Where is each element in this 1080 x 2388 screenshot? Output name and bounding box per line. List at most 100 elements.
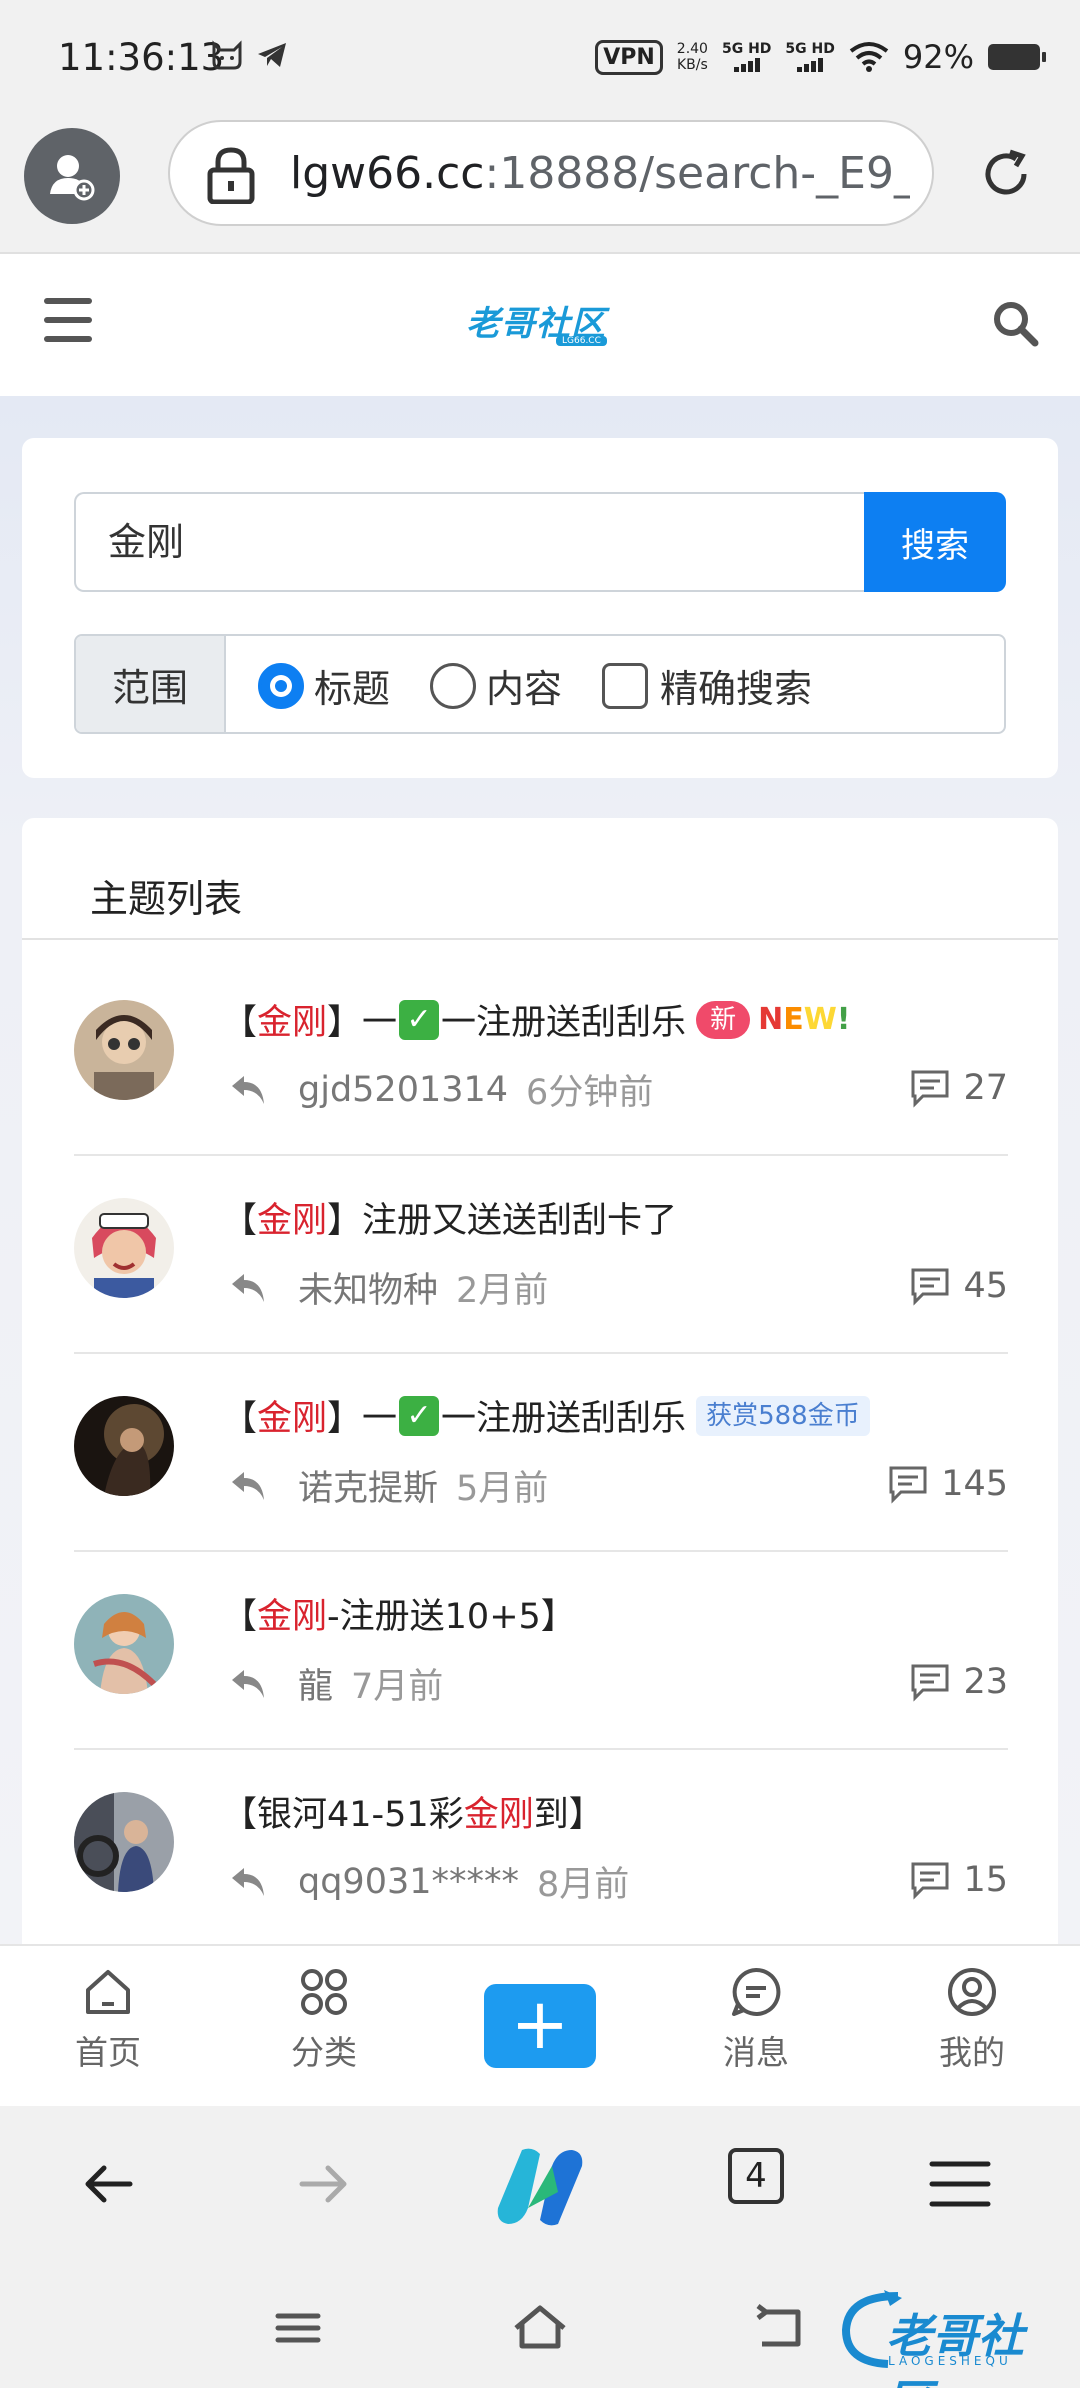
topic-meta: qq9031***** 8月前 bbox=[222, 1856, 629, 1907]
reply-count: 45 bbox=[909, 1266, 1008, 1306]
topic-title[interactable]: 【金刚 】注册又送送刮刮卡了 bbox=[222, 1192, 677, 1243]
site-logo[interactable]: 老哥社区 LG66.CC bbox=[466, 296, 626, 348]
chat-icon bbox=[732, 1967, 781, 2016]
reload-icon[interactable] bbox=[976, 144, 1036, 204]
avatar[interactable] bbox=[74, 1198, 174, 1298]
url-field[interactable]: lgw66.cc:18888/search-_E9_8 bbox=[168, 120, 934, 226]
reply-icon bbox=[232, 1075, 264, 1104]
telegram-notification-icon bbox=[256, 40, 288, 78]
signal-bars-icon bbox=[797, 56, 824, 72]
avatar[interactable] bbox=[74, 1396, 174, 1496]
wifi-icon bbox=[849, 42, 889, 72]
divider bbox=[22, 938, 1058, 940]
post-time: 6分钟前 bbox=[526, 1073, 654, 1113]
user-circle-icon bbox=[948, 1968, 996, 2016]
new-text-badge: NEW! bbox=[758, 1002, 851, 1037]
tab-category[interactable]: 分类 bbox=[254, 1966, 394, 2074]
reply-count: 145 bbox=[887, 1464, 1008, 1504]
search-card: 金刚 搜索 范围 标题 内容 精确搜索 bbox=[22, 438, 1058, 778]
topic-title[interactable]: 【金刚 】一 ✓ 一注册送刮刮乐 获赏588金币 bbox=[222, 1390, 870, 1441]
topic-row[interactable]: 【金刚 -注册送10+5】 龍 7月前 23 bbox=[74, 1552, 1008, 1750]
search-icon[interactable] bbox=[990, 298, 1040, 348]
home-icon bbox=[86, 1970, 130, 2014]
topic-title[interactable]: 【金刚 -注册送10+5】 bbox=[222, 1588, 576, 1639]
topic-meta: gjd5201314 6分钟前 bbox=[222, 1064, 653, 1115]
author[interactable]: 诺克提斯 bbox=[298, 1460, 438, 1511]
bottom-tab-bar: 首页 分类 + 消息 我的 bbox=[0, 1944, 1080, 2106]
author[interactable]: 龍 bbox=[298, 1658, 333, 1709]
vpn-indicator: VPN bbox=[595, 39, 663, 75]
add-user-icon bbox=[50, 155, 95, 201]
scope-option-exact[interactable]: 精确搜索 bbox=[602, 658, 812, 713]
comment-icon bbox=[911, 1070, 949, 1108]
post-time: 5月前 bbox=[456, 1469, 549, 1509]
topic-title[interactable]: 【金刚 】一 ✓ 一注册送刮刮乐新 NEW! bbox=[222, 994, 850, 1045]
topic-meta: 龍 7月前 bbox=[222, 1658, 443, 1709]
search-button[interactable]: 搜索 bbox=[864, 492, 1006, 592]
author[interactable]: gjd5201314 bbox=[298, 1070, 508, 1110]
browser-address-bar: lgw66.cc:18888/search-_E9_8 bbox=[0, 120, 1080, 254]
avatar[interactable] bbox=[74, 1792, 174, 1892]
recent-apps-icon[interactable] bbox=[272, 2302, 324, 2354]
content-area: 金刚 搜索 范围 标题 内容 精确搜索 主题列表 【 金刚 】一 ✓ 一注册送刮… bbox=[0, 396, 1080, 1944]
search-input[interactable]: 金刚 bbox=[74, 492, 866, 592]
topic-meta: 未知物种 2月前 bbox=[222, 1262, 548, 1313]
signal-bars-icon bbox=[733, 56, 760, 72]
reply-icon bbox=[232, 1867, 264, 1896]
tab-switcher-button[interactable]: 4 bbox=[728, 2148, 784, 2204]
comment-icon bbox=[889, 1466, 927, 1504]
scope-label: 范围 bbox=[76, 636, 226, 732]
back-arrow-icon[interactable] bbox=[80, 2156, 136, 2212]
status-bar: 11:36:13 VPN 2.40 KB/s 5G HD 5G HD 92% bbox=[0, 0, 1080, 120]
search-scope: 范围 标题 内容 精确搜索 bbox=[74, 634, 1006, 734]
radio-title[interactable] bbox=[258, 662, 304, 709]
topic-meta: 诺克提斯 5月前 bbox=[222, 1460, 548, 1511]
check-mark-icon: ✓ bbox=[399, 999, 440, 1040]
avatar[interactable] bbox=[74, 1000, 174, 1100]
comment-icon bbox=[911, 1664, 949, 1702]
topic-title[interactable]: 【银河41-51彩 金刚 到】 bbox=[222, 1786, 604, 1837]
radio-content[interactable] bbox=[430, 662, 476, 709]
back-nav-icon[interactable] bbox=[752, 2302, 804, 2354]
topic-list-card: 主题列表 【金刚 】一 ✓ 一注册送刮刮乐新 NEW! gjd5201314 6分钟前 … bbox=[22, 818, 1058, 1944]
battery-percent: 92% bbox=[902, 38, 974, 76]
net-speed: 2.40 KB/s bbox=[676, 41, 708, 73]
menu-icon[interactable] bbox=[44, 298, 92, 342]
site-header: 老哥社区 LG66.CC bbox=[0, 256, 1080, 396]
menu-icon[interactable] bbox=[928, 2156, 992, 2212]
scope-option-content[interactable]: 内容 bbox=[430, 658, 562, 713]
status-time: 11:36:13 bbox=[58, 36, 225, 79]
scope-option-title[interactable]: 标题 bbox=[258, 658, 390, 713]
home-nav-icon[interactable] bbox=[510, 2302, 570, 2354]
topic-row[interactable]: 【金刚 】注册又送送刮刮卡了 未知物种 2月前 45 bbox=[74, 1156, 1008, 1354]
signal-1: 5G HD bbox=[722, 42, 771, 72]
author[interactable]: 未知物种 bbox=[298, 1262, 438, 1313]
new-badge: 新 bbox=[696, 1000, 751, 1039]
copilot-icon[interactable] bbox=[492, 2142, 588, 2232]
battery-icon bbox=[988, 44, 1046, 70]
add-post-button[interactable]: + bbox=[484, 1984, 596, 2068]
reply-icon bbox=[232, 1273, 264, 1302]
topic-row[interactable]: 【金刚 】一 ✓ 一注册送刮刮乐新 NEW! gjd5201314 6分钟前 27 bbox=[74, 958, 1008, 1156]
comment-icon bbox=[911, 1862, 949, 1900]
topic-row[interactable]: 【金刚 】一 ✓ 一注册送刮刮乐 获赏588金币 诺克提斯 5月前 145 bbox=[74, 1354, 1008, 1552]
reply-count: 23 bbox=[909, 1662, 1008, 1702]
avatar[interactable] bbox=[74, 1594, 174, 1694]
tab-mine[interactable]: 我的 bbox=[902, 1966, 1042, 2074]
reply-icon bbox=[232, 1669, 264, 1698]
cat-notification-icon bbox=[210, 40, 244, 78]
profile-button[interactable] bbox=[24, 128, 120, 224]
reply-icon bbox=[232, 1471, 264, 1500]
topic-row[interactable]: 【银河41-51彩 金刚 到】 qq9031***** 8月前 15 bbox=[74, 1750, 1008, 1944]
author[interactable]: qq9031***** bbox=[298, 1862, 519, 1902]
check-mark-icon: ✓ bbox=[399, 1395, 440, 1436]
checkbox-exact[interactable] bbox=[602, 662, 648, 709]
post-time: 8月前 bbox=[537, 1865, 630, 1905]
post-time: 2月前 bbox=[456, 1271, 549, 1311]
signal-2: 5G HD bbox=[785, 42, 835, 72]
tab-home[interactable]: 首页 bbox=[38, 1966, 178, 2074]
system-nav-bar: 老哥社区 LAOGESHEQU bbox=[0, 2272, 1080, 2388]
url-text: lgw66.cc:18888/search-_E9_8 bbox=[290, 148, 910, 199]
forward-arrow-icon[interactable] bbox=[296, 2156, 352, 2212]
tab-messages[interactable]: 消息 bbox=[686, 1966, 826, 2074]
